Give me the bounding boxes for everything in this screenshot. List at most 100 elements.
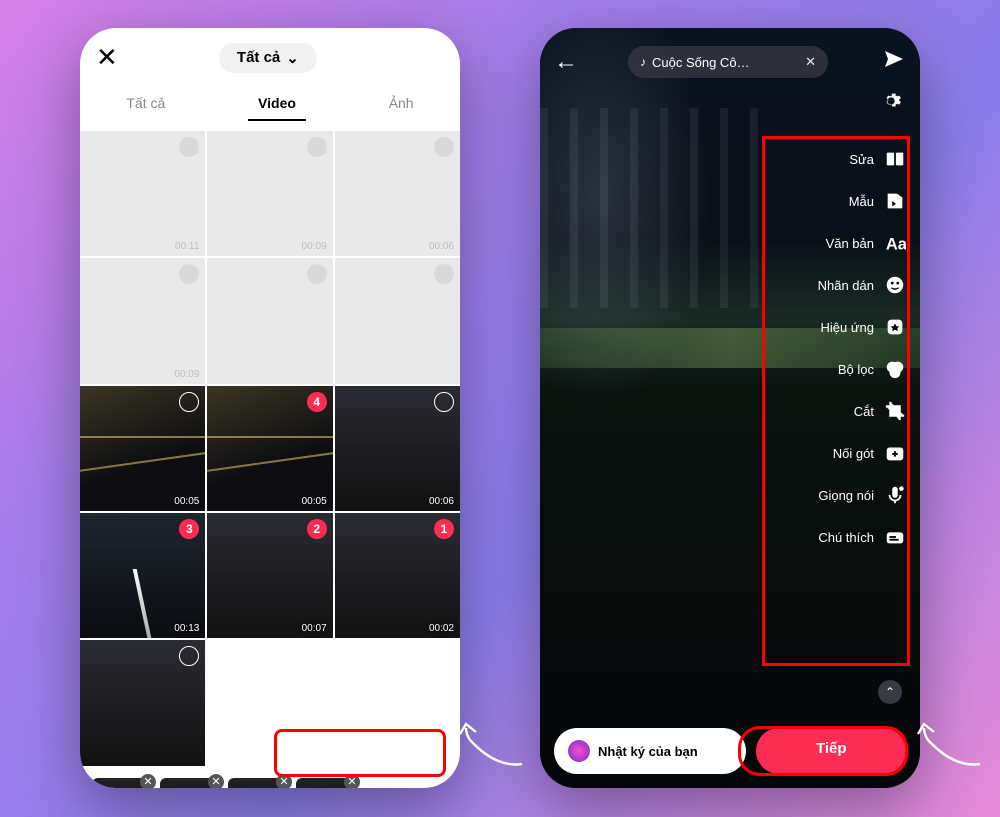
album-dropdown[interactable]: Tất cả ⌄ (219, 43, 317, 73)
duration-label: 00:05 (302, 496, 327, 507)
arrow-right (914, 720, 984, 770)
selected-thumb[interactable]: ✕00:05 (296, 778, 356, 788)
collapse-tools-button[interactable]: ⌃ (878, 680, 902, 704)
media-cell[interactable] (80, 640, 205, 765)
selection-badge: 4 (307, 392, 327, 412)
your-story-label: Nhật ký của bạn (598, 744, 698, 759)
selection-circle (179, 392, 199, 412)
selected-thumb[interactable]: ✕00:02 (92, 778, 152, 788)
music-title: Cuộc Sống Cô… (652, 55, 750, 70)
tool-label: Văn bản (826, 236, 874, 251)
editor-next-label: Tiếp (816, 740, 847, 757)
media-tabs: Tất cả Video Ảnh (80, 87, 460, 121)
video-editor-screen: ← ♪ Cuộc Sống Cô… ✕ Sửa Mẫu Văn bản Aa Nhãn … (540, 28, 920, 788)
editor-next-button[interactable]: Tiếp (756, 728, 906, 774)
duration-label: 00:02 (429, 623, 454, 634)
svg-text:Aa: Aa (886, 235, 906, 253)
tool-label: Mẫu (849, 194, 874, 209)
text-icon: Aa (884, 232, 906, 254)
remove-thumb-icon[interactable]: ✕ (140, 774, 156, 788)
share-button[interactable] (882, 47, 906, 77)
tool-edit[interactable]: Sửa (818, 148, 906, 170)
tool-sticker[interactable]: Nhãn dán (818, 274, 906, 296)
tab-video[interactable]: Video (248, 87, 306, 121)
selection-circle (179, 137, 199, 157)
chevron-down-icon: ⌄ (286, 49, 299, 67)
media-cell[interactable]: 00:05 4 (207, 386, 332, 511)
media-cell[interactable]: 00:06 (335, 131, 460, 256)
selection-circle (434, 264, 454, 284)
duration-label: 00:09 (174, 369, 199, 380)
duration-label: 00:07 (302, 623, 327, 634)
selected-thumb[interactable]: ✕00:13 (228, 778, 288, 788)
album-title: Tất cả (237, 49, 280, 66)
media-cell[interactable]: 00:02 1 (335, 513, 460, 638)
tool-label: Bộ lọc (838, 362, 874, 377)
close-button[interactable]: ✕ (96, 42, 118, 73)
media-cell[interactable]: 00:07 2 (207, 513, 332, 638)
remove-thumb-icon[interactable]: ✕ (276, 774, 292, 788)
tool-label: Giọng nói (818, 488, 874, 503)
duration-label: 00:06 (429, 241, 454, 252)
tool-noigot[interactable]: Nối gót (818, 442, 906, 464)
media-cell[interactable]: 00:09 (80, 258, 205, 383)
duration-label: 00:11 (175, 241, 199, 252)
media-cell[interactable]: 00:05 (80, 386, 205, 511)
tool-voice[interactable]: Giọng nói (818, 484, 906, 506)
selection-circle (179, 264, 199, 284)
media-cell[interactable]: 00:06 (335, 386, 460, 511)
duration-label: 00:05 (174, 496, 199, 507)
duration-label: 00:06 (429, 496, 454, 507)
music-remove-icon[interactable]: ✕ (805, 54, 816, 70)
media-cell[interactable]: 00:09 (207, 131, 332, 256)
tool-effect[interactable]: Hiệu ứng (818, 316, 906, 338)
tool-label: Sửa (849, 152, 874, 167)
edit-icon (884, 148, 906, 170)
music-note-icon: ♪ (640, 55, 646, 69)
noigot-icon (884, 442, 906, 464)
remove-thumb-icon[interactable]: ✕ (344, 774, 360, 788)
selection-circle (434, 137, 454, 157)
selection-circle (434, 392, 454, 412)
editor-bottom-bar: Nhật ký của bạn Tiếp (540, 728, 920, 774)
tool-crop[interactable]: Cắt (818, 400, 906, 422)
media-cell[interactable] (335, 258, 460, 383)
back-button[interactable]: ← (554, 48, 578, 76)
tool-label: Nhãn dán (818, 278, 874, 293)
picker-header: ✕ Tất cả ⌄ (80, 28, 460, 79)
selection-circle (179, 646, 199, 666)
tool-filter[interactable]: Bộ lọc (818, 358, 906, 380)
duration-label: 00:09 (302, 241, 327, 252)
filter-icon (884, 358, 906, 380)
crop-icon (884, 400, 906, 422)
tool-label: Cắt (854, 404, 874, 419)
tool-label: Nối gót (833, 446, 874, 461)
tab-all[interactable]: Tất cả (116, 87, 175, 121)
template-icon (884, 190, 906, 212)
avatar-icon (568, 740, 590, 762)
selected-thumb[interactable]: ✕00:07 (160, 778, 220, 788)
effect-icon (884, 316, 906, 338)
selection-circle (307, 264, 327, 284)
tab-photo[interactable]: Ảnh (379, 87, 424, 121)
media-grid: 00:11 00:09 00:06 00:09 00:05 00:05 4 00:06 00:1… (80, 131, 460, 766)
media-cell[interactable]: 00:11 (80, 131, 205, 256)
tool-text[interactable]: Văn bản Aa (818, 232, 906, 254)
tool-template[interactable]: Mẫu (818, 190, 906, 212)
voice-icon (884, 484, 906, 506)
selection-badge: 2 (307, 519, 327, 539)
settings-button[interactable] (880, 90, 902, 118)
selection-badge: 1 (434, 519, 454, 539)
duration-label: 00:13 (174, 623, 199, 634)
media-cell[interactable] (207, 258, 332, 383)
arrow-left (456, 720, 526, 770)
media-cell[interactable]: 00:133 (80, 513, 205, 638)
remove-thumb-icon[interactable]: ✕ (208, 774, 224, 788)
selection-circle (307, 137, 327, 157)
your-story-button[interactable]: Nhật ký của bạn (554, 728, 746, 774)
media-picker-screen: ✕ Tất cả ⌄ Tất cả Video Ảnh 00:11 00:09 00… (80, 28, 460, 788)
tool-caption[interactable]: Chú thích (818, 526, 906, 548)
selected-strip: ✕00:02 ✕00:07 ✕00:13 ✕00:05 (80, 766, 460, 788)
music-pill[interactable]: ♪ Cuộc Sống Cô… ✕ (628, 46, 828, 78)
caption-icon (884, 526, 906, 548)
